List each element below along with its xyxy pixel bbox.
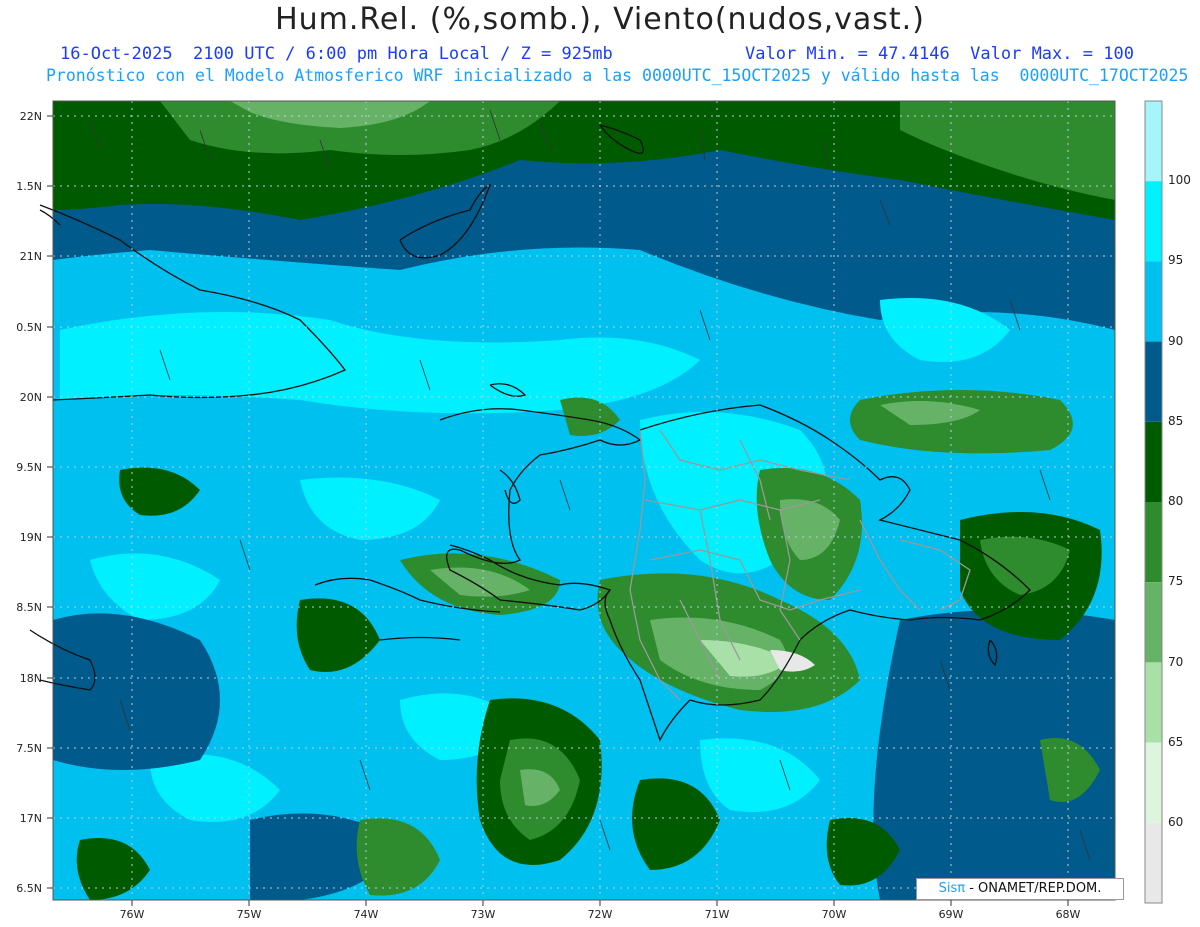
colorbar-segment	[1145, 662, 1162, 743]
lon-label: 73W	[471, 908, 496, 921]
lon-label: 71W	[705, 908, 730, 921]
lon-label: 68W	[1056, 908, 1081, 921]
colorbar	[1144, 100, 1163, 904]
lat-label: 7.5N	[16, 742, 42, 755]
lon-label: 74W	[354, 908, 379, 921]
lon-label: 70W	[822, 908, 847, 921]
lon-label: 75W	[237, 908, 262, 921]
credit-text: - ONAMET/REP.DOM.	[969, 881, 1102, 896]
lat-label: 1.5N	[16, 180, 42, 193]
colorbar-label: 75	[1168, 574, 1183, 588]
lat-label: 22N	[20, 110, 42, 123]
lon-labels: 76W 75W 74W 73W 72W 71W 70W 69W 68W	[120, 908, 1081, 921]
colorbar-label: 90	[1168, 334, 1183, 348]
colorbar-label: 65	[1168, 735, 1183, 749]
colorbar-segment	[1145, 341, 1162, 422]
credit-box: Sisπ - ONAMET/REP.DOM.	[916, 878, 1124, 900]
colorbar-label: 80	[1168, 494, 1183, 508]
lat-label: 21N	[20, 250, 42, 263]
colorbar-segment	[1145, 181, 1162, 262]
lon-label: 72W	[588, 908, 613, 921]
colorbar-label: 60	[1168, 815, 1183, 829]
colorbar-label: 95	[1168, 253, 1183, 267]
colorbar-segment	[1145, 582, 1162, 663]
colorbar-segment	[1145, 101, 1162, 182]
humidity-map: 22N 1.5N 21N 0.5N 20N 9.5N 19N 8.5N 18N …	[16, 100, 1191, 921]
lat-label: 0.5N	[16, 321, 42, 334]
lat-label: 8.5N	[16, 601, 42, 614]
colorbar-labels: 100 95 90 85 80 75 70 65 60	[1168, 173, 1191, 829]
lat-label: 18N	[20, 672, 42, 685]
colorbar-segment	[1145, 421, 1162, 502]
colorbar-label: 100	[1168, 173, 1191, 187]
lat-label: 17N	[20, 812, 42, 825]
colorbar-label: 70	[1168, 655, 1183, 669]
lon-label: 69W	[939, 908, 964, 921]
lat-label: 19N	[20, 531, 42, 544]
credit-brand: Sisπ	[938, 881, 966, 896]
colorbar-segment	[1145, 822, 1162, 903]
colorbar-segment	[1145, 261, 1162, 342]
lat-label: 9.5N	[16, 461, 42, 474]
colorbar-label: 85	[1168, 414, 1183, 428]
colorbar-segment	[1145, 502, 1162, 583]
colorbar-segment	[1145, 742, 1162, 823]
lat-label: 6.5N	[16, 882, 42, 895]
lat-label: 20N	[20, 391, 42, 404]
humidity-field	[53, 101, 1115, 900]
lon-label: 76W	[120, 908, 145, 921]
lat-labels: 22N 1.5N 21N 0.5N 20N 9.5N 19N 8.5N 18N …	[16, 110, 42, 895]
